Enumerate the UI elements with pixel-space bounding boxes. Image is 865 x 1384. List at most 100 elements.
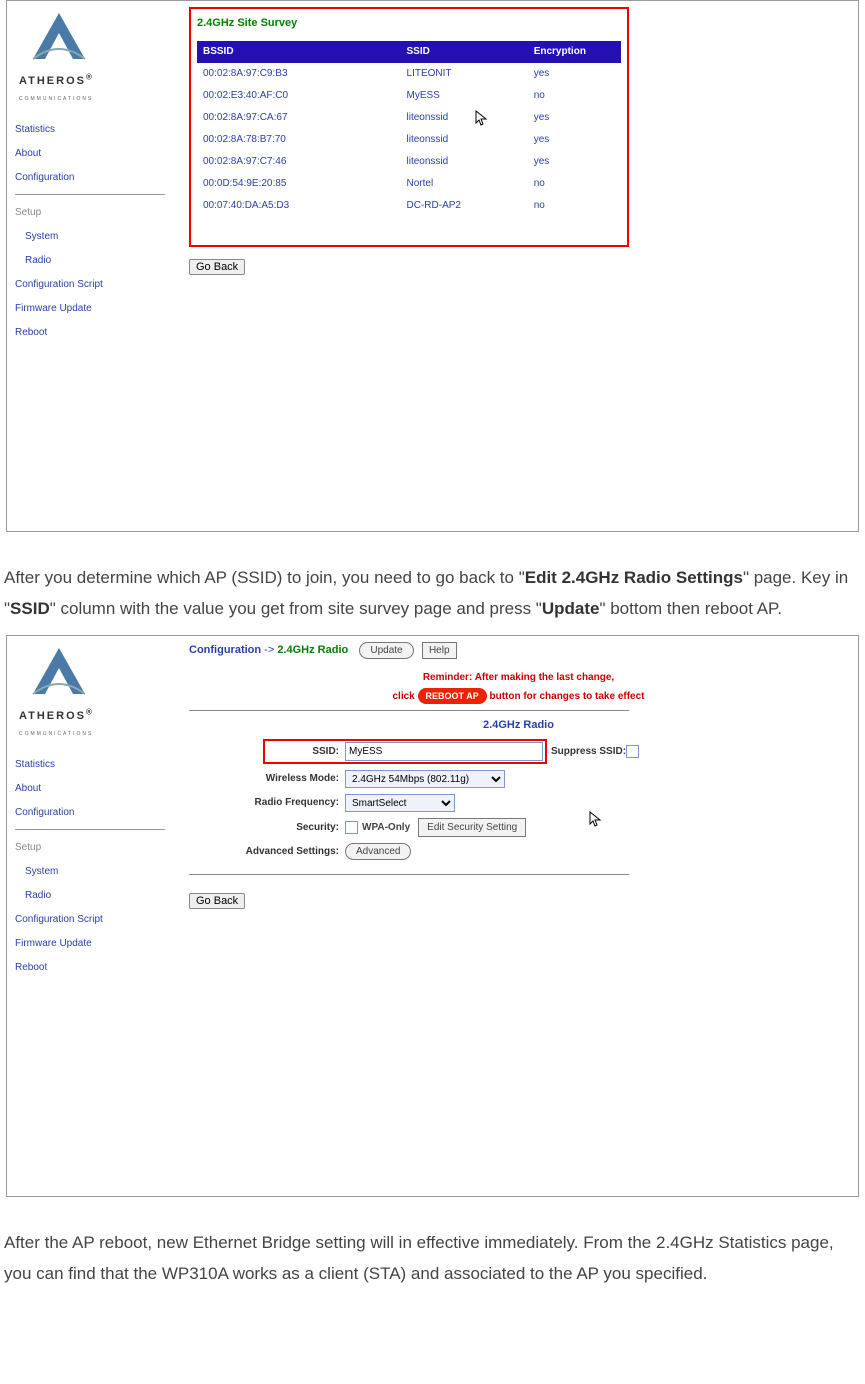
logo: ATHEROS® COMMUNICATIONS <box>15 7 175 108</box>
p1-bold-update: Update <box>542 599 600 618</box>
ssid-cell: liteonssid <box>401 129 528 151</box>
nav-about[interactable]: About <box>15 146 175 162</box>
col-ssid: SSID <box>401 41 528 63</box>
security-label: Security: <box>189 820 345 836</box>
go-back-button[interactable]: Go Back <box>189 259 245 275</box>
ssid-cell: LITEONIT <box>401 63 528 85</box>
nav-system[interactable]: System <box>25 864 175 880</box>
p1-text: After you determine which AP (SSID) to j… <box>4 568 525 587</box>
reminder-text-2: click REBOOT AP button for changes to ta… <box>393 688 645 705</box>
edit-security-button[interactable]: Edit Security Setting <box>418 818 526 837</box>
reg-mark: ® <box>86 707 94 716</box>
ssid-cell: DC-RD-AP2 <box>401 195 528 217</box>
p1-text4: " bottom then reboot AP. <box>599 599 781 618</box>
table-row: 00:02:8A:97:C7:46 liteonssidyes <box>197 151 621 173</box>
cursor-icon <box>589 810 603 837</box>
bssid-link[interactable]: 00:02:E3:40:AF:C0 <box>203 90 288 101</box>
paragraph-1: After you determine which AP (SSID) to j… <box>0 532 865 635</box>
nav-config-script[interactable]: Configuration Script <box>15 912 175 928</box>
reminder-click: click <box>393 690 418 701</box>
screenshot-radio-config: ATHEROS® COMMUNICATIONS Statistics About… <box>6 635 859 1197</box>
enc-cell: no <box>528 195 621 217</box>
row-advanced: Advanced Settings: Advanced <box>189 843 848 860</box>
bssid-link[interactable]: 00:02:8A:97:C9:B3 <box>203 68 288 79</box>
enc-cell: no <box>528 173 621 195</box>
table-row: 00:02:8A:97:CA:67 liteonssidyes <box>197 107 621 129</box>
nav-config-script[interactable]: Configuration Script <box>15 277 175 293</box>
bssid-link[interactable]: 00:02:8A:97:CA:67 <box>203 112 288 123</box>
main-panel: 2.4GHz Site Survey BSSID SSID Encryption… <box>179 1 858 531</box>
cursor-icon <box>475 109 489 136</box>
go-back-button[interactable]: Go Back <box>189 893 245 909</box>
row-radio-frequency: Radio Frequency: SmartSelect <box>189 794 848 812</box>
col-bssid: BSSID <box>197 41 401 63</box>
wireless-mode-select[interactable]: 2.4GHz 54Mbps (802.11g) <box>345 770 505 788</box>
nav-about[interactable]: About <box>15 781 175 797</box>
wpa-only-checkbox[interactable] <box>345 821 358 834</box>
breadcrumb-arrow: -> <box>261 644 277 656</box>
nav-reboot[interactable]: Reboot <box>15 325 175 341</box>
nav-statistics[interactable]: Statistics <box>15 757 175 773</box>
logo: ATHEROS® COMMUNICATIONS <box>15 642 175 743</box>
nav-configuration[interactable]: Configuration <box>15 805 175 821</box>
setup-label: Setup <box>15 840 175 856</box>
update-button[interactable]: Update <box>359 642 413 659</box>
breadcrumb-radio: 2.4GHz Radio <box>277 644 348 656</box>
enc-cell: yes <box>528 151 621 173</box>
nav-reboot[interactable]: Reboot <box>15 960 175 976</box>
divider <box>189 874 629 875</box>
ssid-cell: liteonssid <box>401 151 528 173</box>
table-row: 00:02:8A:97:C9:B3 LITEONITyes <box>197 63 621 85</box>
help-button[interactable]: Help <box>422 642 457 659</box>
bssid-link[interactable]: 00:0D:54:9E:20:85 <box>203 178 286 189</box>
ssid-cell: MyESS <box>401 85 528 107</box>
radio-frequency-select[interactable]: SmartSelect <box>345 794 455 812</box>
nav-firmware-update[interactable]: Firmware Update <box>15 936 175 952</box>
ssid-cell: liteonssid <box>401 107 528 129</box>
brand-sub: COMMUNICATIONS <box>19 96 93 102</box>
nav-firmware-update[interactable]: Firmware Update <box>15 301 175 317</box>
site-survey-table: BSSID SSID Encryption 00:02:8A:97:C9:B3 L… <box>197 41 621 217</box>
col-encryption: Encryption <box>528 41 621 63</box>
enc-cell: yes <box>528 107 621 129</box>
table-row: 00:02:8A:78:B7:70 liteonssidyes <box>197 129 621 151</box>
brand-text: ATHEROS <box>19 75 86 87</box>
sidebar: ATHEROS® COMMUNICATIONS Statistics About… <box>7 1 179 531</box>
site-survey-title: 2.4GHz Site Survey <box>197 15 621 33</box>
breadcrumb-configuration: Configuration <box>189 644 261 656</box>
wpa-only-label: WPA-Only <box>362 820 410 836</box>
brand-sub: COMMUNICATIONS <box>19 731 93 737</box>
ssid-label: SSID: <box>267 744 345 760</box>
divider <box>189 710 629 711</box>
suppress-ssid-checkbox[interactable] <box>626 745 639 758</box>
nav-statistics[interactable]: Statistics <box>15 122 175 138</box>
p1-text3: " column with the value you get from sit… <box>50 599 542 618</box>
ssid-input[interactable] <box>345 742 543 761</box>
row-security: Security: WPA-Only Edit Security Setting <box>189 818 848 837</box>
nav-system[interactable]: System <box>25 229 175 245</box>
nav-configuration[interactable]: Configuration <box>15 170 175 186</box>
reminder-tail: button for changes to take effect <box>489 690 644 701</box>
setup-label: Setup <box>15 205 175 221</box>
nav-radio[interactable]: Radio <box>25 253 175 269</box>
row-ssid: SSID: Suppress SSID: <box>189 739 848 764</box>
advanced-label: Advanced Settings: <box>189 844 345 860</box>
screenshot-site-survey: ATHEROS® COMMUNICATIONS Statistics About… <box>6 0 859 532</box>
enc-cell: yes <box>528 63 621 85</box>
nav-divider <box>15 829 165 830</box>
bssid-link[interactable]: 00:02:8A:78:B7:70 <box>203 134 286 145</box>
p1-bold-edit: Edit 2.4GHz Radio Settings <box>525 568 743 587</box>
site-survey-highlight: 2.4GHz Site Survey BSSID SSID Encryption… <box>189 7 629 247</box>
bssid-link[interactable]: 00:02:8A:97:C7:46 <box>203 156 286 167</box>
advanced-button[interactable]: Advanced <box>345 843 411 860</box>
ssid-cell: Nortel <box>401 173 528 195</box>
nav-radio[interactable]: Radio <box>25 888 175 904</box>
enc-cell: yes <box>528 129 621 151</box>
reboot-ap-button[interactable]: REBOOT AP <box>418 688 487 704</box>
bssid-link[interactable]: 00:07:40:DA:A5:D3 <box>203 200 289 211</box>
nav-divider <box>15 194 165 195</box>
breadcrumb: Configuration -> 2.4GHz Radio Update Hel… <box>189 642 848 660</box>
table-row: 00:07:40:DA:A5:D3 DC-RD-AP2no <box>197 195 621 217</box>
sidebar: ATHEROS® COMMUNICATIONS Statistics About… <box>7 636 179 1196</box>
p1-bold-ssid: SSID <box>10 599 50 618</box>
